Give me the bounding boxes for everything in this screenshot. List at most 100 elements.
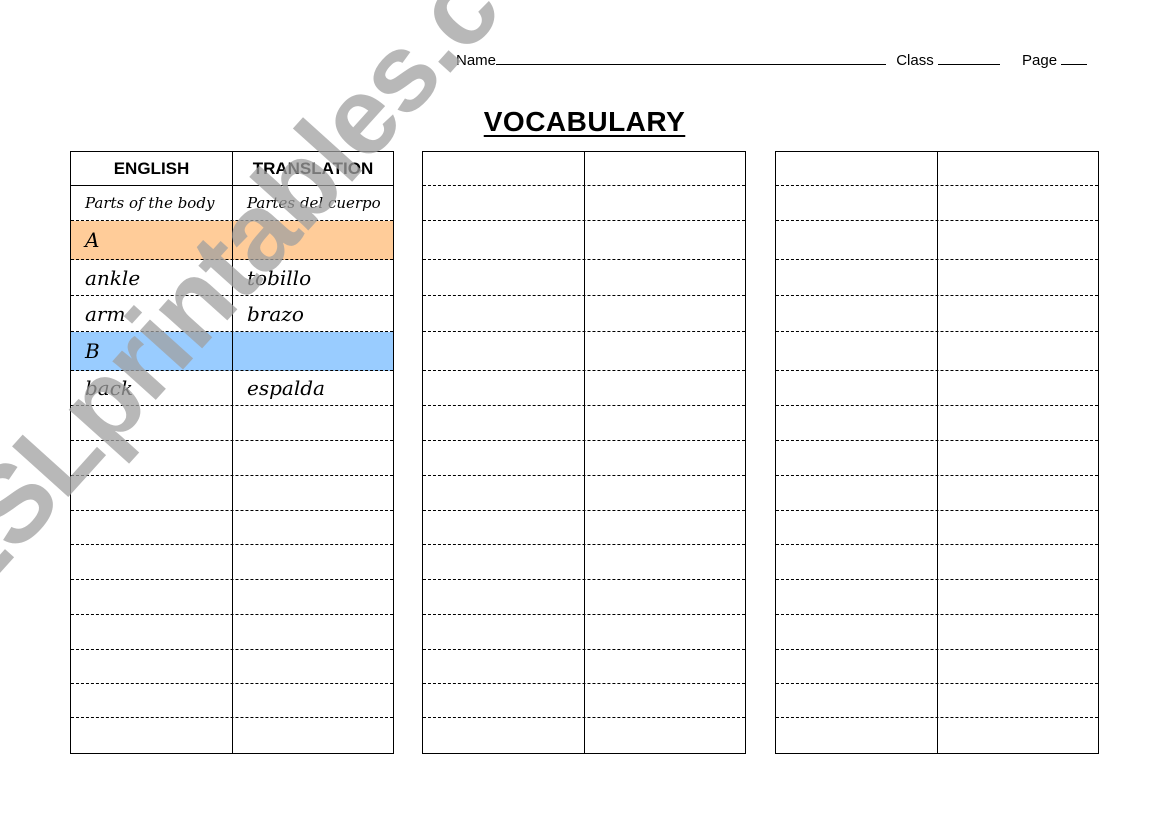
translation-cell[interactable] xyxy=(232,580,393,614)
translation-cell[interactable] xyxy=(937,152,1098,185)
translation-cell[interactable] xyxy=(232,615,393,649)
english-cell[interactable] xyxy=(776,511,937,544)
translation-cell[interactable] xyxy=(584,650,745,683)
translation-cell[interactable] xyxy=(937,441,1098,475)
english-cell[interactable]: arm xyxy=(71,296,232,331)
english-cell[interactable] xyxy=(423,260,584,295)
english-cell[interactable] xyxy=(423,545,584,579)
translation-cell[interactable] xyxy=(584,718,745,753)
translation-cell[interactable] xyxy=(232,441,393,475)
english-cell[interactable] xyxy=(423,296,584,331)
english-cell[interactable] xyxy=(423,221,584,259)
english-cell[interactable]: B xyxy=(71,332,232,370)
translation-cell[interactable] xyxy=(937,406,1098,440)
translation-cell[interactable] xyxy=(584,406,745,440)
english-cell[interactable] xyxy=(423,684,584,717)
translation-cell[interactable] xyxy=(232,221,393,259)
translation-cell[interactable] xyxy=(937,260,1098,295)
translation-cell[interactable] xyxy=(584,371,745,405)
english-cell[interactable] xyxy=(776,476,937,510)
translation-cell[interactable] xyxy=(937,650,1098,683)
translation-cell[interactable] xyxy=(937,580,1098,614)
translation-cell[interactable] xyxy=(937,476,1098,510)
class-field[interactable] xyxy=(937,50,1000,65)
english-cell[interactable]: Parts of the body xyxy=(71,186,232,220)
english-cell[interactable] xyxy=(71,545,232,579)
english-cell[interactable] xyxy=(71,718,232,753)
translation-cell[interactable] xyxy=(232,511,393,544)
translation-cell[interactable] xyxy=(232,406,393,440)
english-cell[interactable] xyxy=(71,684,232,717)
english-cell[interactable]: A xyxy=(71,221,232,259)
translation-cell[interactable] xyxy=(232,650,393,683)
english-cell[interactable] xyxy=(776,441,937,475)
translation-cell[interactable] xyxy=(584,476,745,510)
translation-cell[interactable] xyxy=(584,186,745,220)
english-cell[interactable] xyxy=(423,476,584,510)
english-cell[interactable] xyxy=(776,296,937,331)
translation-cell[interactable] xyxy=(232,545,393,579)
english-cell[interactable] xyxy=(776,332,937,370)
translation-cell[interactable] xyxy=(584,332,745,370)
translation-cell[interactable]: brazo xyxy=(232,296,393,331)
english-cell[interactable]: ankle xyxy=(71,260,232,295)
translation-cell[interactable] xyxy=(937,684,1098,717)
english-cell[interactable] xyxy=(776,545,937,579)
translation-cell[interactable] xyxy=(937,296,1098,331)
english-cell[interactable] xyxy=(71,650,232,683)
english-cell[interactable] xyxy=(71,615,232,649)
english-cell[interactable] xyxy=(776,718,937,753)
english-cell[interactable] xyxy=(423,406,584,440)
translation-cell[interactable] xyxy=(584,545,745,579)
english-cell[interactable] xyxy=(423,580,584,614)
translation-cell[interactable] xyxy=(937,545,1098,579)
english-cell[interactable] xyxy=(423,371,584,405)
english-cell[interactable] xyxy=(776,186,937,220)
translation-cell[interactable] xyxy=(232,684,393,717)
english-cell[interactable] xyxy=(71,406,232,440)
translation-cell[interactable] xyxy=(584,580,745,614)
translation-cell[interactable] xyxy=(584,615,745,649)
translation-cell[interactable] xyxy=(584,296,745,331)
translation-cell[interactable] xyxy=(584,260,745,295)
translation-cell[interactable] xyxy=(584,441,745,475)
english-cell[interactable] xyxy=(423,152,584,185)
english-cell[interactable] xyxy=(776,371,937,405)
english-cell[interactable] xyxy=(776,684,937,717)
english-cell[interactable] xyxy=(71,580,232,614)
english-cell[interactable] xyxy=(776,650,937,683)
english-cell[interactable] xyxy=(423,718,584,753)
english-cell[interactable] xyxy=(776,615,937,649)
english-cell[interactable] xyxy=(423,186,584,220)
english-cell[interactable] xyxy=(776,221,937,259)
translation-cell[interactable] xyxy=(937,718,1098,753)
english-cell[interactable] xyxy=(423,615,584,649)
english-cell[interactable] xyxy=(423,441,584,475)
english-cell[interactable] xyxy=(71,476,232,510)
translation-cell[interactable] xyxy=(232,476,393,510)
english-cell[interactable] xyxy=(776,580,937,614)
translation-cell[interactable] xyxy=(937,186,1098,220)
translation-cell[interactable] xyxy=(584,152,745,185)
english-cell[interactable] xyxy=(423,332,584,370)
english-cell[interactable]: back xyxy=(71,371,232,405)
translation-cell[interactable]: Partes del cuerpo xyxy=(232,186,393,220)
translation-cell[interactable] xyxy=(937,511,1098,544)
page-field[interactable] xyxy=(1061,50,1088,65)
translation-cell[interactable] xyxy=(232,718,393,753)
translation-cell[interactable] xyxy=(937,371,1098,405)
translation-cell[interactable]: espalda xyxy=(232,371,393,405)
translation-cell[interactable]: tobillo xyxy=(232,260,393,295)
translation-cell[interactable] xyxy=(584,221,745,259)
translation-cell[interactable] xyxy=(584,511,745,544)
english-cell[interactable] xyxy=(71,511,232,544)
english-cell[interactable] xyxy=(776,260,937,295)
translation-cell[interactable] xyxy=(937,332,1098,370)
translation-cell[interactable] xyxy=(937,615,1098,649)
english-cell[interactable] xyxy=(776,406,937,440)
translation-cell[interactable] xyxy=(584,684,745,717)
english-cell[interactable] xyxy=(423,511,584,544)
english-cell[interactable] xyxy=(423,650,584,683)
translation-cell[interactable] xyxy=(232,332,393,370)
english-cell[interactable] xyxy=(776,152,937,185)
